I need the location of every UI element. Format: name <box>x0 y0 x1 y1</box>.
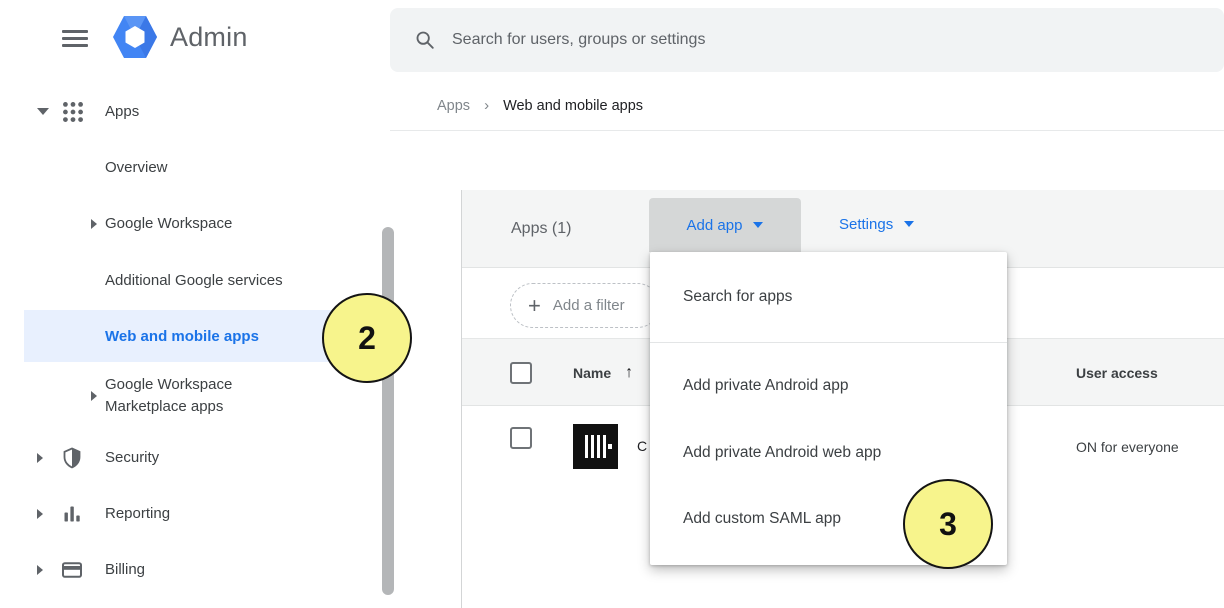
step-2-annotation: 2 <box>322 293 412 383</box>
app-title: Admin <box>170 22 248 53</box>
apps-grid-icon <box>60 99 86 125</box>
credit-card-icon <box>60 558 84 582</box>
hamburger-icon <box>62 30 88 33</box>
add-filter-button[interactable]: + Add a filter <box>510 283 660 328</box>
breadcrumb-separator-icon: › <box>484 97 489 114</box>
sidebar-billing-label: Billing <box>105 561 145 578</box>
add-app-button-label: Add app <box>687 217 743 234</box>
chevron-right-icon <box>37 509 43 519</box>
menu-divider <box>650 342 1007 343</box>
step-3-annotation: 3 <box>903 479 993 569</box>
apps-count-label: Apps (1) <box>511 190 571 268</box>
chevron-down-icon <box>753 222 763 228</box>
search-icon <box>414 29 436 51</box>
user-access-column-header: User access <box>1076 339 1158 407</box>
sidebar-item-overview[interactable]: Overview <box>105 159 168 176</box>
sidebar-scrollbar[interactable] <box>382 227 394 595</box>
select-all-checkbox[interactable] <box>510 362 532 384</box>
chevron-down-icon <box>37 108 49 115</box>
sidebar-item-google-workspace[interactable]: Google Workspace <box>105 215 232 232</box>
plus-icon: + <box>528 295 541 317</box>
name-column-header[interactable]: Name ↑ <box>573 339 633 407</box>
sidebar-web-and-mobile-apps-label: Web and mobile apps <box>105 328 259 345</box>
settings-button-label: Settings <box>839 216 893 233</box>
sidebar-item-gw-marketplace-apps[interactable]: Google Workspace Marketplace apps <box>105 374 255 418</box>
user-access-header-label: User access <box>1076 365 1158 381</box>
admin-console-screen: Admin Apps Overview Google Workspace Add… <box>0 0 1224 608</box>
sidebar-security-label: Security <box>105 449 159 466</box>
menu-item-search-for-apps[interactable]: Search for apps <box>650 252 1007 342</box>
bar-chart-icon <box>60 502 84 526</box>
app-logo-icon <box>573 424 618 469</box>
hamburger-menu-button[interactable] <box>58 22 92 56</box>
sidebar-item-web-and-mobile-apps[interactable]: Web and mobile apps <box>24 310 352 362</box>
sidebar-reporting-label: Reporting <box>105 505 170 522</box>
row-checkbox[interactable] <box>510 427 532 449</box>
add-app-button[interactable]: Add app <box>649 198 801 252</box>
chevron-down-icon <box>904 221 914 227</box>
settings-button[interactable]: Settings <box>839 190 914 258</box>
admin-logo: Admin <box>112 14 248 60</box>
chevron-right-icon <box>91 391 97 401</box>
user-access-value: ON for everyone <box>1076 406 1179 488</box>
breadcrumb-apps-link[interactable]: Apps <box>437 98 470 114</box>
sort-ascending-icon: ↑ <box>625 364 633 382</box>
sidebar-item-additional-google-services[interactable]: Additional Google services <box>105 272 283 289</box>
admin-hexagon-logo-icon <box>112 14 158 60</box>
search-input[interactable] <box>452 31 1152 49</box>
search-bar[interactable] <box>390 8 1224 72</box>
chevron-right-icon <box>37 565 43 575</box>
breadcrumb: Apps › Web and mobile apps <box>437 97 643 114</box>
breadcrumb-divider <box>390 130 1224 131</box>
menu-item-add-private-android-app[interactable]: Add private Android app <box>650 352 1007 419</box>
chevron-right-icon <box>37 453 43 463</box>
add-filter-label: Add a filter <box>553 297 625 314</box>
name-header-label: Name <box>573 365 611 381</box>
app-name: C <box>637 406 647 486</box>
chevron-right-icon <box>91 219 97 229</box>
menu-item-add-private-android-web-app[interactable]: Add private Android web app <box>650 419 1007 486</box>
shield-icon <box>60 446 84 470</box>
sidebar-apps-label: Apps <box>105 103 139 120</box>
breadcrumb-current-page: Web and mobile apps <box>503 98 643 114</box>
